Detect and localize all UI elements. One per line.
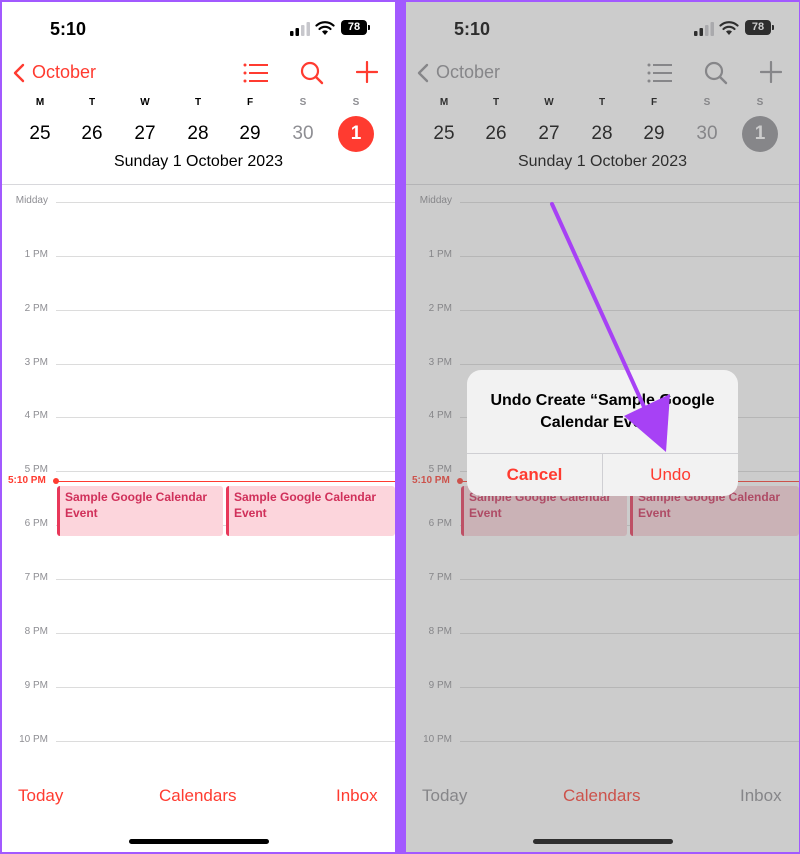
day-timeline[interactable]: Midday 1 PM 2 PM 3 PM 4 PM 5 PM 6 PM 7 P…: [2, 185, 395, 765]
hour-line: [56, 417, 395, 418]
cellular-signal-icon: [290, 22, 310, 36]
calendar-screen-left: 5:10 78 October M T W T F S S 25 26 27 2…: [2, 2, 395, 852]
add-event-icon[interactable]: [356, 61, 378, 83]
home-indicator[interactable]: [129, 839, 269, 844]
hour-line: [56, 579, 395, 580]
hour-label: 3 PM: [24, 357, 48, 368]
weekday-letter: F: [246, 97, 254, 108]
day-29[interactable]: 29: [232, 118, 268, 154]
current-time-line: [56, 481, 395, 482]
back-to-month-button[interactable]: October: [12, 62, 96, 83]
hour-line: [56, 471, 395, 472]
hour-row: 2 PM: [2, 303, 395, 314]
hour-line: [56, 633, 395, 634]
weekday-letter: S: [299, 97, 307, 108]
current-time-indicator: 5:10 PM: [2, 475, 395, 486]
calendars-button[interactable]: Calendars: [159, 786, 237, 806]
hour-label: Midday: [15, 195, 48, 206]
hour-row: Midday: [2, 195, 395, 206]
hour-label: 7 PM: [24, 572, 48, 583]
day-25[interactable]: 25: [22, 118, 58, 154]
hour-label: 9 PM: [24, 680, 48, 691]
selected-date-title: Sunday 1 October 2023: [113, 153, 283, 170]
hour-row: 7 PM: [2, 572, 395, 583]
day-1-selected[interactable]: 1: [338, 116, 374, 152]
today-button[interactable]: Today: [18, 786, 63, 806]
chevron-left-icon: [13, 63, 25, 82]
search-icon[interactable]: [300, 61, 324, 85]
current-time-label: 5:10 PM: [8, 475, 46, 486]
weekday-letter: T: [194, 97, 202, 108]
list-view-icon[interactable]: [243, 62, 269, 84]
hour-row: 9 PM: [2, 680, 395, 691]
hour-label: 1 PM: [24, 249, 48, 260]
day-26[interactable]: 26: [74, 118, 110, 154]
cancel-button[interactable]: Cancel: [467, 454, 602, 496]
hour-row: 3 PM: [2, 357, 395, 368]
hour-line: [56, 256, 395, 257]
hour-line: [56, 687, 395, 688]
calendar-event[interactable]: Sample Google Calendar Event: [226, 486, 395, 536]
week-day-strip: 25 26 27 28 29 30 1: [2, 116, 395, 154]
day-28[interactable]: 28: [180, 118, 216, 154]
weekday-letter: W: [140, 97, 150, 108]
annotation-arrow-icon: [550, 202, 670, 452]
inbox-button[interactable]: Inbox: [336, 786, 378, 806]
weekday-letter: M: [35, 97, 45, 108]
hour-label: 6 PM: [24, 518, 48, 529]
calendar-screen-right: 5:10 78 October M T W T F S S 25 26 27 2…: [406, 2, 799, 852]
hour-label: 5 PM: [24, 464, 48, 475]
wifi-icon: [315, 21, 335, 35]
hour-line: [56, 364, 395, 365]
hour-row: 4 PM: [2, 410, 395, 421]
event-title: Sample Google Calendar Event: [65, 490, 208, 520]
day-30[interactable]: 30: [285, 118, 321, 154]
undo-button[interactable]: Undo: [603, 454, 738, 496]
day-27[interactable]: 27: [127, 118, 163, 154]
hour-line: [56, 310, 395, 311]
status-bar: 5:10 78: [2, 2, 395, 52]
calendar-nav-bar: October: [2, 54, 395, 94]
hour-row: 1 PM: [2, 249, 395, 260]
hour-label: 8 PM: [24, 626, 48, 637]
bottom-tab-bar: Today Calendars Inbox: [2, 786, 395, 810]
calendar-event[interactable]: Sample Google Calendar Event: [57, 486, 223, 536]
battery-indicator: 78: [341, 20, 370, 35]
weekday-letters: M T W T F S S: [2, 97, 395, 111]
hour-row: 8 PM: [2, 626, 395, 637]
weekday-letter: T: [88, 97, 96, 108]
hour-line: [56, 202, 395, 203]
hour-line: [56, 741, 395, 742]
back-label: October: [32, 62, 97, 82]
hour-label: 10 PM: [19, 734, 48, 745]
event-title: Sample Google Calendar Event: [234, 490, 377, 520]
hour-row: 10 PM: [2, 734, 395, 745]
weekday-letter: S: [352, 97, 360, 108]
hour-row: 5 PM: [2, 464, 395, 475]
hour-label: 2 PM: [24, 303, 48, 314]
hour-label: 4 PM: [24, 410, 48, 421]
status-time: 5:10: [50, 19, 87, 39]
